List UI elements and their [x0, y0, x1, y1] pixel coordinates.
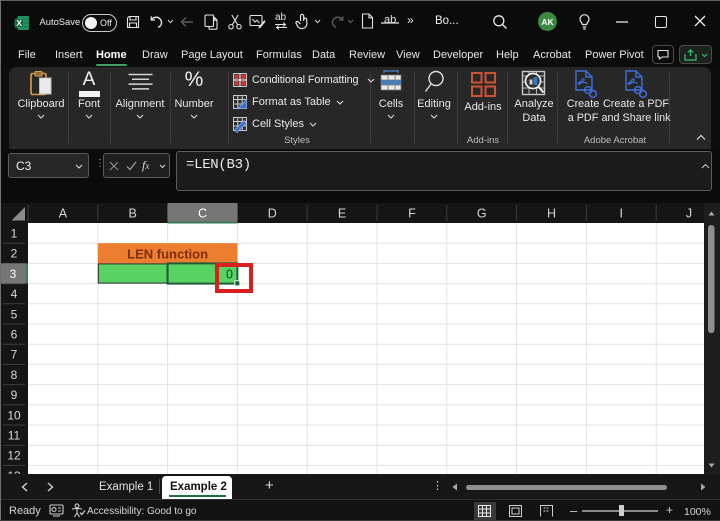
svg-text:5: 5	[11, 307, 18, 321]
svg-text:7: 7	[11, 348, 18, 362]
svg-text:G: G	[477, 207, 487, 221]
svg-text:10: 10	[7, 408, 21, 422]
svg-text:8: 8	[11, 368, 18, 382]
svg-text:A: A	[59, 207, 68, 221]
svg-text:X: X	[16, 18, 22, 28]
svg-text:I: I	[620, 207, 623, 221]
svg-text:2: 2	[11, 247, 18, 261]
svg-text:C: C	[198, 207, 207, 221]
svg-text:E: E	[338, 207, 346, 221]
svg-text:1: 1	[11, 227, 18, 241]
svg-text:H: H	[547, 207, 556, 221]
svg-text:B: B	[129, 207, 137, 221]
svg-text:J: J	[686, 207, 692, 221]
svg-text:12: 12	[7, 449, 21, 463]
svg-text:3: 3	[10, 267, 17, 281]
svg-text:11: 11	[8, 429, 21, 443]
svg-text:D: D	[268, 207, 277, 221]
svg-text:0: 0	[226, 267, 233, 281]
svg-text:4: 4	[11, 287, 18, 301]
svg-text:6: 6	[11, 328, 18, 342]
svg-text:F: F	[408, 207, 416, 221]
svg-text:9: 9	[11, 388, 18, 402]
svg-text:LEN function: LEN function	[127, 247, 208, 262]
